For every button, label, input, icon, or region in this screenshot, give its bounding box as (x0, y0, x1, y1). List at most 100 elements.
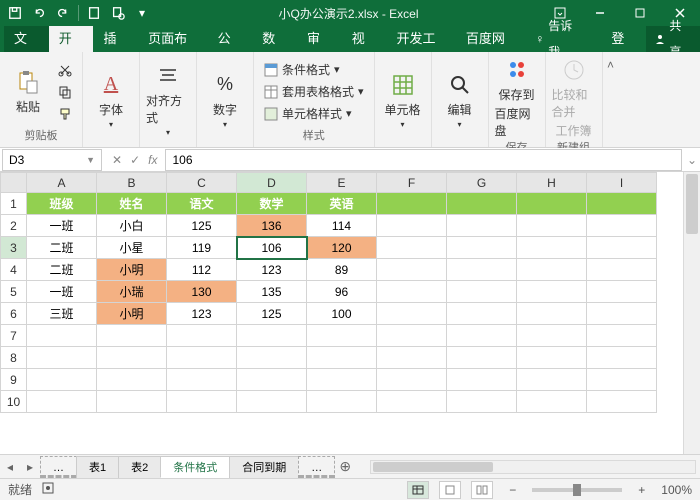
cell[interactable] (517, 369, 587, 391)
touch-icon[interactable] (83, 2, 105, 24)
cell[interactable] (447, 215, 517, 237)
cell[interactable] (167, 347, 237, 369)
cell[interactable] (517, 303, 587, 325)
cell[interactable] (27, 347, 97, 369)
cell[interactable]: 119 (167, 237, 237, 259)
zoom-in-button[interactable]: + (632, 483, 651, 497)
cell[interactable] (447, 369, 517, 391)
cell[interactable] (307, 347, 377, 369)
header-cell[interactable] (447, 193, 517, 215)
sheet-tab-4[interactable]: 合同到期 (229, 456, 299, 478)
row-header[interactable]: 1 (1, 193, 27, 215)
header-cell[interactable]: 数学 (237, 193, 307, 215)
header-cell[interactable] (377, 193, 447, 215)
cell[interactable] (27, 391, 97, 413)
cell[interactable] (587, 391, 657, 413)
cell[interactable]: 125 (167, 215, 237, 237)
macro-rec-icon[interactable] (42, 482, 54, 497)
cell[interactable] (517, 281, 587, 303)
cell[interactable] (377, 281, 447, 303)
cell[interactable] (517, 237, 587, 259)
cut-icon[interactable] (54, 60, 76, 80)
sheet-tab-2[interactable]: 表2 (118, 456, 161, 478)
cell[interactable]: 一班 (27, 215, 97, 237)
collapse-ribbon-icon[interactable]: ˄ (603, 52, 619, 147)
expand-fx-icon[interactable]: ⌄ (684, 153, 700, 167)
cell[interactable] (587, 325, 657, 347)
header-cell[interactable] (517, 193, 587, 215)
cell[interactable] (447, 237, 517, 259)
qat-more-icon[interactable]: ▾ (131, 2, 153, 24)
login-button[interactable]: 登录 (601, 26, 646, 52)
cell[interactable] (237, 325, 307, 347)
fx-icon[interactable]: fx (148, 153, 157, 167)
cell[interactable]: 136 (237, 215, 307, 237)
row-header[interactable]: 4 (1, 259, 27, 281)
cell[interactable] (517, 259, 587, 281)
zoom-level[interactable]: 100% (661, 483, 692, 497)
col-header[interactable]: G (447, 173, 517, 193)
cell[interactable]: 120 (307, 237, 377, 259)
cell[interactable] (447, 391, 517, 413)
col-header[interactable]: A (27, 173, 97, 193)
cell[interactable] (237, 347, 307, 369)
cell[interactable] (377, 347, 447, 369)
cell[interactable]: 小白 (97, 215, 167, 237)
row-header[interactable]: 3 (1, 237, 27, 259)
redo-icon[interactable] (52, 2, 74, 24)
cell[interactable] (447, 259, 517, 281)
cell[interactable] (97, 391, 167, 413)
row-header[interactable]: 10 (1, 391, 27, 413)
cell[interactable] (587, 369, 657, 391)
tab-nav-prev[interactable]: ◂ (0, 460, 20, 474)
view-normal-icon[interactable] (407, 481, 429, 499)
cell[interactable]: 123 (167, 303, 237, 325)
row-header[interactable]: 9 (1, 369, 27, 391)
cell[interactable]: 小星 (97, 237, 167, 259)
save-icon[interactable] (4, 2, 26, 24)
cell[interactable] (377, 303, 447, 325)
cell[interactable] (517, 215, 587, 237)
cell[interactable] (377, 369, 447, 391)
cell[interactable]: 小明 (97, 259, 167, 281)
cell[interactable] (587, 237, 657, 259)
tab-review[interactable]: 审阅 (297, 26, 342, 52)
zoom-out-button[interactable]: − (503, 483, 522, 497)
col-header[interactable]: F (377, 173, 447, 193)
cell[interactable]: 112 (167, 259, 237, 281)
format-painter-icon[interactable] (54, 104, 76, 124)
cell[interactable]: 135 (237, 281, 307, 303)
cell[interactable] (447, 325, 517, 347)
zoom-slider[interactable] (532, 488, 622, 492)
cell[interactable]: 96 (307, 281, 377, 303)
cell[interactable] (167, 325, 237, 347)
cell[interactable] (517, 347, 587, 369)
row-header[interactable]: 5 (1, 281, 27, 303)
tell-me[interactable]: ♀告诉我... (525, 26, 601, 52)
paste-button[interactable]: 粘贴 (6, 68, 50, 115)
align-button[interactable]: 对齐方式▾ (146, 62, 190, 137)
cell[interactable]: 二班 (27, 259, 97, 281)
cell[interactable]: 114 (307, 215, 377, 237)
cell[interactable]: 三班 (27, 303, 97, 325)
cell[interactable] (377, 325, 447, 347)
horizontal-scrollbar[interactable] (370, 460, 696, 474)
accept-fx-icon[interactable]: ✓ (130, 153, 140, 167)
header-cell[interactable]: 语文 (167, 193, 237, 215)
cell[interactable] (27, 325, 97, 347)
cell[interactable] (97, 347, 167, 369)
cell[interactable]: 123 (237, 259, 307, 281)
cell[interactable] (517, 325, 587, 347)
view-layout-icon[interactable] (439, 481, 461, 499)
share-button[interactable]: 共享 (646, 26, 700, 52)
cell[interactable] (377, 237, 447, 259)
maximize-button[interactable] (620, 0, 660, 26)
cell-style-button[interactable]: 单元格样式 ▾ (260, 104, 368, 124)
cell[interactable] (167, 391, 237, 413)
header-cell[interactable] (587, 193, 657, 215)
cell[interactable]: 130 (167, 281, 237, 303)
cell[interactable]: 一班 (27, 281, 97, 303)
cell[interactable] (237, 391, 307, 413)
row-header[interactable]: 6 (1, 303, 27, 325)
cell[interactable] (27, 369, 97, 391)
